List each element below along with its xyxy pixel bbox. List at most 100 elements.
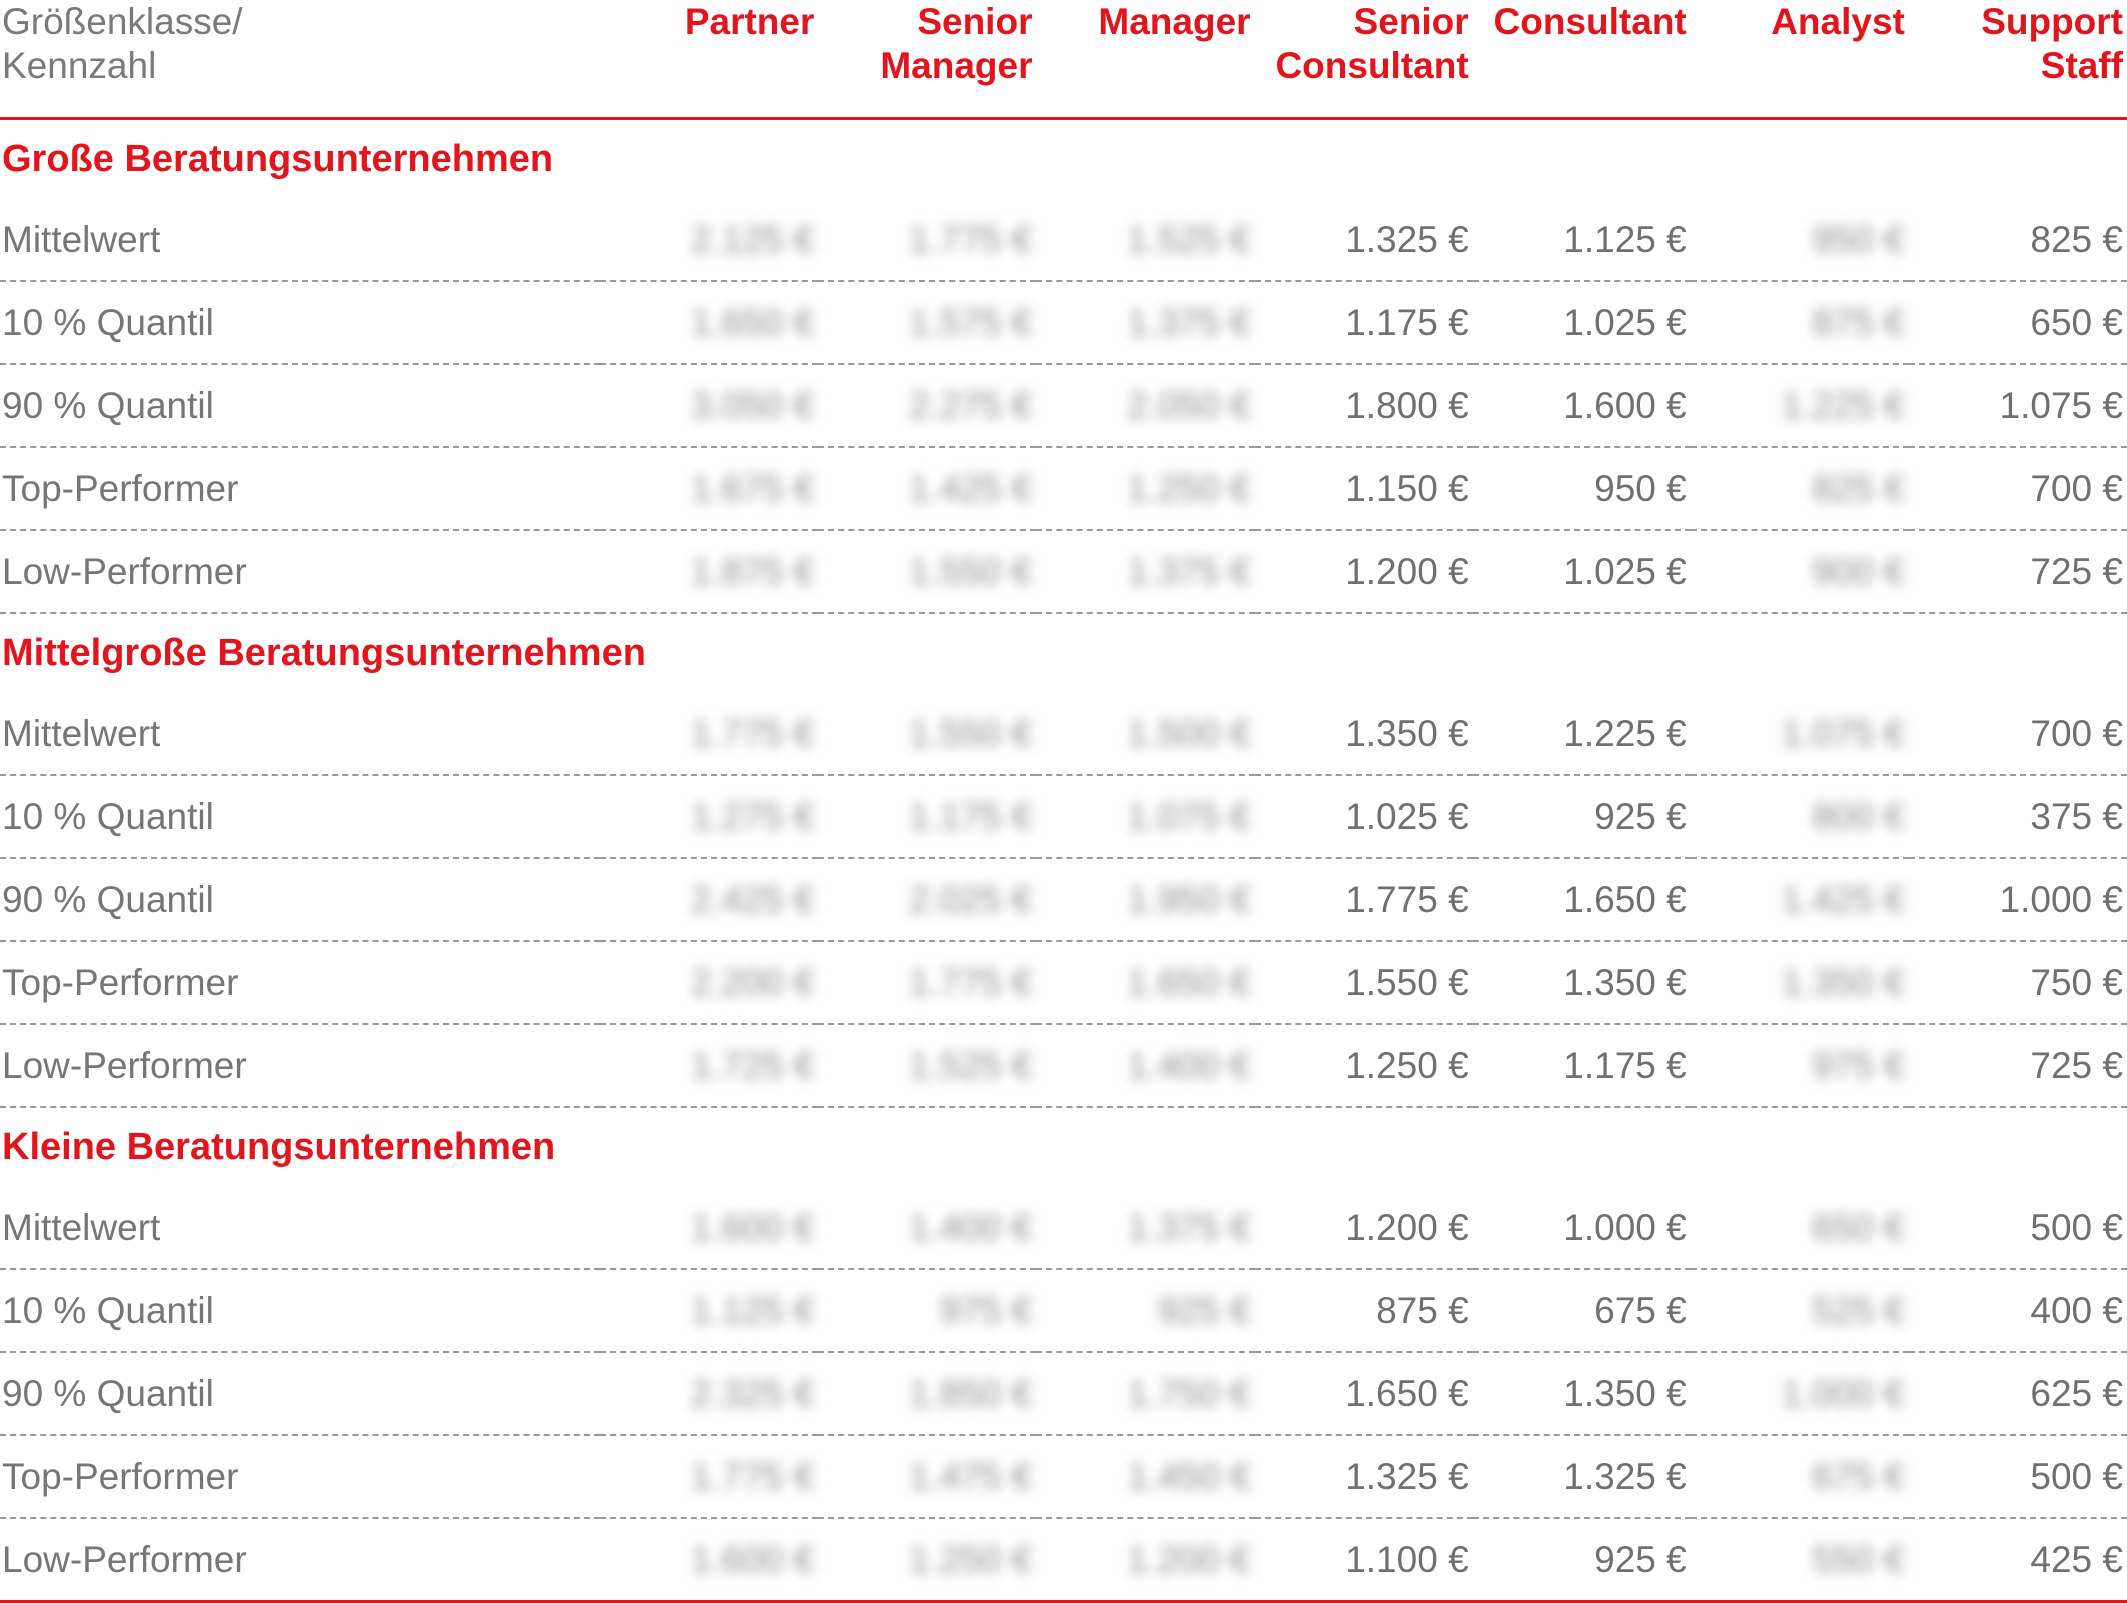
value-text: 1.775 €	[690, 712, 815, 754]
value-text: 1.650 €	[1127, 961, 1251, 1003]
row-label: 10 % Quantil	[0, 1269, 601, 1353]
value-text: 1.125 €	[690, 1289, 815, 1331]
header-line: Consultant	[1275, 45, 1469, 86]
value-cell: 1.850 €	[818, 1352, 1037, 1436]
value-text: 900 €	[1812, 550, 1905, 592]
value-text: 1.325 €	[1345, 1455, 1469, 1497]
value-cell: 1.025 €	[1472, 281, 1691, 365]
column-header-label: Größenklasse/Kennzahl	[0, 0, 601, 120]
value-cell: 1.350 €	[1690, 941, 1909, 1025]
salary-table: Größenklasse/Kennzahl Partner Senior Manage…	[0, 0, 2127, 1603]
table-row: Mittelwert 1.775 € 1.550 € 1.500 € 1.350 € 1.…	[0, 693, 2127, 776]
column-header: Partner	[600, 0, 819, 120]
row-label: 90 % Quantil	[0, 858, 601, 942]
value-text: 425 €	[2030, 1538, 2123, 1580]
value-cell: 825 €	[1908, 199, 2127, 282]
value-cell: 1.250 €	[1254, 1024, 1473, 1108]
table-row: Low-Performer 1.875 € 1.550 € 1.375 € 1.200 …	[0, 530, 2127, 614]
value-text: 1.275 €	[690, 795, 815, 837]
value-cell: 1.250 €	[818, 1518, 1037, 1603]
value-cell: 2.050 €	[1036, 364, 1255, 448]
value-cell: 1.350 €	[1472, 1352, 1691, 1436]
value-text: 1.450 €	[1127, 1455, 1251, 1497]
value-text: 2.200 €	[690, 961, 815, 1003]
value-cell: 1.075 €	[1908, 364, 2127, 448]
value-text: 1.250 €	[909, 1538, 1033, 1580]
value-cell: 1.775 €	[818, 199, 1037, 282]
row-label: Low-Performer	[0, 1024, 601, 1108]
header-line: Senior	[1353, 1, 1469, 42]
value-cell: 1.000 €	[1472, 1187, 1691, 1270]
value-cell: 1.375 €	[1036, 281, 1255, 365]
value-cell: 1.075 €	[1690, 693, 1909, 776]
value-cell: 2.200 €	[600, 941, 819, 1025]
value-cell: 875 €	[1254, 1269, 1473, 1353]
table-row: Mittelwert 1.600 € 1.400 € 1.375 € 1.200 € 1.…	[0, 1187, 2127, 1270]
table-row: 10 % Quantil 1.275 € 1.175 € 1.075 € 1.025 €…	[0, 775, 2127, 859]
value-text: 2.125 €	[690, 218, 815, 260]
value-text: 825 €	[2030, 218, 2123, 260]
value-cell: 1.725 €	[600, 1024, 819, 1108]
value-cell: 675 €	[1690, 1435, 1909, 1519]
value-cell: 625 €	[1908, 1352, 2127, 1436]
value-cell: 1.550 €	[1254, 941, 1473, 1025]
value-cell: 1.000 €	[1690, 1352, 1909, 1436]
value-cell: 1.800 €	[1254, 364, 1473, 448]
value-cell: 1.525 €	[1036, 199, 1255, 282]
value-text: 550 €	[1812, 1538, 1905, 1580]
value-text: 1.650 €	[690, 301, 815, 343]
value-text: 1.350 €	[1781, 961, 1905, 1003]
value-cell: 1.475 €	[818, 1435, 1037, 1519]
value-text: 1.400 €	[1127, 1044, 1251, 1086]
value-text: 1.375 €	[1127, 301, 1251, 343]
value-text: 925 €	[1157, 1289, 1251, 1331]
value-cell: 525 €	[1690, 1269, 1909, 1353]
value-text: 700 €	[2030, 467, 2123, 509]
value-text: 750 €	[2030, 961, 2123, 1003]
header-line: Senior	[917, 1, 1033, 42]
value-text: 1.075 €	[1127, 795, 1251, 837]
value-cell: 1.950 €	[1036, 858, 1255, 942]
header-line: Analyst	[1771, 1, 1905, 42]
value-cell: 1.750 €	[1036, 1352, 1255, 1436]
row-label: 10 % Quantil	[0, 775, 601, 859]
value-cell: 1.675 €	[600, 447, 819, 531]
value-cell: 875 €	[1690, 281, 1909, 365]
column-header: Senior Manager	[818, 0, 1037, 120]
value-text: 675 €	[1812, 1455, 1905, 1497]
value-text: 1.550 €	[1345, 961, 1469, 1003]
value-text: 2.050 €	[1127, 384, 1251, 426]
value-cell: 425 €	[1908, 1518, 2127, 1603]
value-cell: 1.025 €	[1472, 530, 1691, 614]
value-cell: 750 €	[1908, 941, 2127, 1025]
group-title: Kleine Beratungsunternehmen	[2, 1126, 556, 1168]
value-text: 1.775 €	[1345, 878, 1469, 920]
value-cell: 925 €	[1036, 1269, 1255, 1353]
value-text: 1.225 €	[1781, 384, 1905, 426]
header-line: Staff	[2040, 45, 2123, 86]
value-cell: 1.650 €	[1036, 941, 1255, 1025]
value-cell: 925 €	[1472, 1518, 1691, 1603]
header-line: Manager	[880, 45, 1033, 86]
value-text: 2.325 €	[690, 1372, 815, 1414]
value-text: 1.200 €	[1345, 1206, 1469, 1248]
value-cell: 1.350 €	[1254, 693, 1473, 776]
value-text: 1.325 €	[1345, 218, 1469, 260]
table-row: Top-Performer 2.200 € 1.775 € 1.650 € 1.550 …	[0, 941, 2127, 1025]
value-cell: 1.550 €	[818, 693, 1037, 776]
value-cell: 1.250 €	[1036, 447, 1255, 531]
value-cell: 1.175 €	[1472, 1024, 1691, 1108]
value-text: 1.650 €	[1345, 1372, 1469, 1414]
value-text: 675 €	[1594, 1289, 1687, 1331]
value-cell: 1.425 €	[1690, 858, 1909, 942]
value-text: 1.225 €	[1563, 712, 1687, 754]
value-text: 875 €	[1812, 301, 1905, 343]
value-text: 1.600 €	[690, 1206, 815, 1248]
value-text: 1.775 €	[690, 1455, 815, 1497]
value-cell: 1.500 €	[1036, 693, 1255, 776]
table-body: Große Beratungsunternehmen Mittelwert 2.12…	[0, 119, 2127, 1603]
table-row: 90 % Quantil 2.425 € 2.025 € 1.950 € 1.775 €…	[0, 858, 2127, 942]
row-label: Low-Performer	[0, 1518, 601, 1603]
value-text: 1.075 €	[1781, 712, 1905, 754]
value-text: 1.250 €	[1127, 467, 1251, 509]
